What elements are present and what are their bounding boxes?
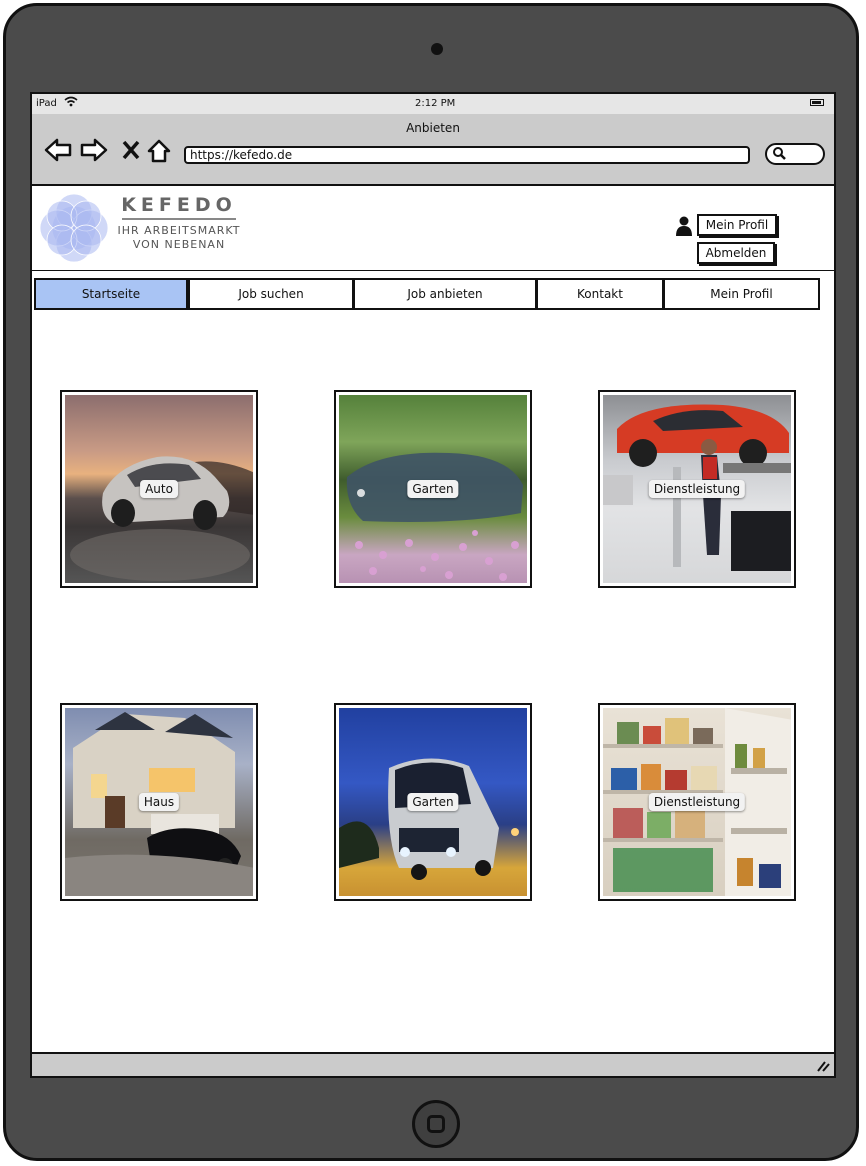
category-tile-garten[interactable]: Garten — [334, 390, 532, 588]
logo-tagline-2: VON NEBENAN — [132, 238, 226, 251]
status-time: 2:12 PM — [415, 98, 456, 109]
category-tile-dienstleistung-2[interactable]: Dienstleistung — [598, 703, 796, 901]
logo-mark — [39, 193, 109, 263]
search-field[interactable] — [765, 143, 825, 165]
battery-icon — [810, 99, 824, 106]
garage-image: Dienstleistung — [603, 395, 791, 583]
category-tile-auto[interactable]: Auto — [60, 390, 258, 588]
browser-toolbar: Anbieten https://kefedo.de — [32, 114, 834, 186]
tile-label: Garten — [407, 793, 459, 811]
category-tile-dienstleistung[interactable]: Dienstleistung — [598, 390, 796, 588]
home-icon[interactable] — [146, 138, 172, 169]
close-icon[interactable] — [122, 138, 140, 167]
carrier-label: iPad — [36, 98, 57, 109]
search-icon — [772, 146, 786, 163]
tab-job-anbieten[interactable]: Job anbieten — [353, 278, 537, 310]
fridge-image: Dienstleistung — [603, 708, 791, 896]
logo-tagline-1: IHR ARBEITSMARKT — [117, 224, 241, 237]
wifi-icon — [64, 96, 78, 110]
logo-text: KEFEDO IHR ARBEITSMARKT VON NEBENAN — [114, 194, 244, 252]
car-image: Auto — [65, 395, 253, 583]
browser-title: Anbieten — [406, 121, 460, 135]
main-navigation: Startseite Job suchen Job anbieten Konta… — [34, 278, 820, 310]
arrow-left-icon[interactable] — [44, 138, 72, 167]
tile-label: Haus — [138, 793, 180, 811]
home-button[interactable] — [412, 1100, 460, 1148]
arrow-right-icon[interactable] — [80, 138, 108, 167]
logo-name: KEFEDO — [121, 194, 237, 216]
category-tile-haus[interactable]: Haus — [60, 703, 258, 901]
tile-label: Dienstleistung — [648, 793, 746, 811]
status-bar: iPad 2:12 PM — [32, 94, 834, 115]
url-field[interactable]: https://kefedo.de — [184, 146, 750, 164]
resize-handle-icon[interactable] — [816, 1060, 830, 1075]
tab-job-suchen[interactable]: Job suchen — [188, 278, 354, 310]
mein-profil-button[interactable]: Mein Profil — [697, 214, 777, 236]
browser-bottom-bar — [32, 1052, 834, 1076]
tile-label: Auto — [140, 480, 178, 498]
user-icon — [675, 216, 693, 236]
camera-icon — [431, 43, 443, 55]
house-image: Haus — [65, 708, 253, 896]
tab-kontakt[interactable]: Kontakt — [536, 278, 664, 310]
garden-image: Garten — [339, 395, 527, 583]
bus-image: Garten — [339, 708, 527, 896]
tile-label: Dienstleistung — [648, 480, 746, 498]
screen: iPad 2:12 PM Anbieten https://kefedo.de — [30, 92, 836, 1078]
tile-label: Garten — [407, 480, 459, 498]
category-tile-garten-2[interactable]: Garten — [334, 703, 532, 901]
abmelden-button[interactable]: Abmelden — [697, 242, 775, 264]
tab-mein-profil[interactable]: Mein Profil — [663, 278, 820, 310]
tab-startseite[interactable]: Startseite — [34, 278, 188, 310]
